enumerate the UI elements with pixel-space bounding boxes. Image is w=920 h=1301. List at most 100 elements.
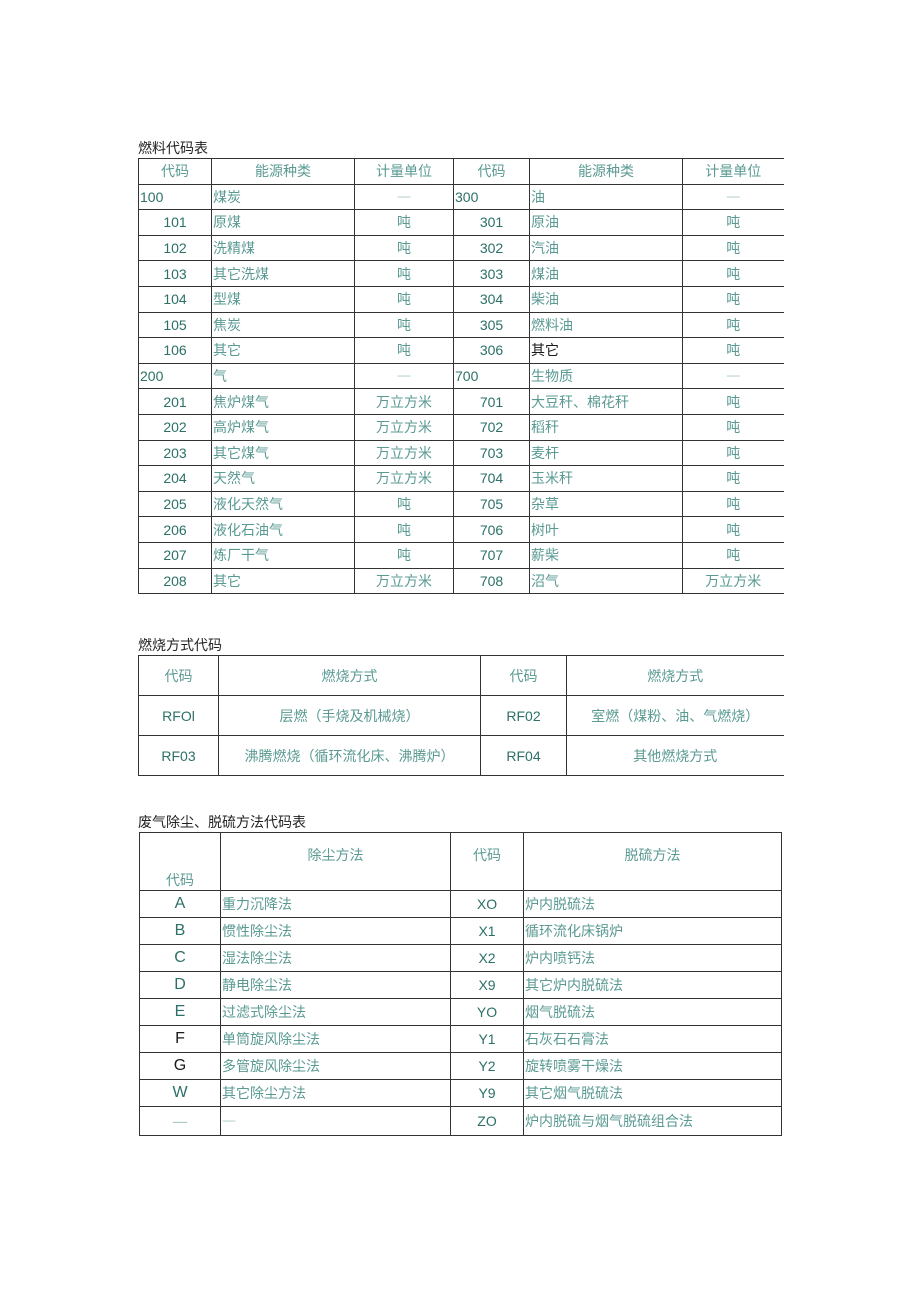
desulfurization-code: X2 <box>450 944 524 972</box>
table-row: D 静电除尘法 X9 其它炉内脱硫法 <box>139 971 782 999</box>
column-header: 能源种类 <box>529 158 683 185</box>
table-row: 207 炼厂干气吨 707 薪柴吨 <box>138 541 784 569</box>
unit: 万立方米 <box>682 567 784 595</box>
unit: 吨 <box>354 541 454 569</box>
fuel-code: 102 <box>138 234 212 262</box>
unit: 吨 <box>354 209 454 236</box>
desulfurization-code: Y9 <box>450 1079 524 1107</box>
combustion-method: 其他燃烧方式 <box>566 735 784 776</box>
column-header: 除尘方法 <box>220 832 451 891</box>
column-header: 计量单位 <box>354 158 454 185</box>
fuel-code: 302 <box>453 234 530 262</box>
energy-type: 液化石油气 <box>211 516 355 543</box>
desulfurization-code: YO <box>450 998 524 1026</box>
energy-type: 沼气 <box>529 567 683 595</box>
table-header-row: 代码 除尘方法 代码 脱硫方法 <box>139 832 782 891</box>
energy-type: 油 <box>529 183 683 211</box>
table-row: W 其它除尘方法 Y9 其它烟气脱硫法 <box>139 1079 782 1107</box>
energy-type: 炼厂干气 <box>211 541 355 569</box>
unit: 吨 <box>354 490 454 518</box>
energy-type: 稻秆 <box>529 413 683 441</box>
desulfurization-method: 石灰石石膏法 <box>523 1025 782 1053</box>
column-header: 代码 <box>138 655 219 696</box>
column-header: 燃烧方式 <box>218 655 481 696</box>
combustion-table-title: 燃烧方式代码 <box>138 638 222 654</box>
fuel-code: 304 <box>453 285 530 313</box>
fuel-code: 105 <box>138 311 212 339</box>
fuel-code: 200 <box>138 362 212 390</box>
unit: 吨 <box>682 260 784 287</box>
table-row: 206 液化石油气吨 706 树叶吨 <box>138 516 784 543</box>
fuel-code: 303 <box>453 260 530 287</box>
column-header: 脱硫方法 <box>523 832 782 891</box>
unit: 吨 <box>682 285 784 313</box>
fuel-table-title: 燃料代码表 <box>138 141 208 157</box>
table-row: E 过滤式除尘法 YO 烟气脱硫法 <box>139 998 782 1026</box>
column-header: 能源种类 <box>211 158 355 185</box>
column-header: 代码 <box>138 158 212 185</box>
energy-type: 天然气 <box>211 465 355 492</box>
dedust-method: 惯性除尘法 <box>220 917 451 945</box>
dedust-code: W <box>139 1079 221 1107</box>
fuel-code: 203 <box>138 439 212 467</box>
energy-type: 生物质 <box>529 362 683 390</box>
fuel-code: 704 <box>453 465 530 492</box>
table-row: 103 其它洗煤吨 303 煤油吨 <box>138 260 784 287</box>
unit: 万立方米 <box>354 413 454 441</box>
fuel-code: 201 <box>138 388 212 415</box>
combustion-method: 层燃（手烧及机械烧） <box>218 695 481 736</box>
energy-type: 气 <box>211 362 355 390</box>
table-row: 105 焦炭吨 305 燃料油吨 <box>138 311 784 339</box>
combustion-method: 沸腾燃烧（循环流化床、沸腾炉） <box>218 735 481 776</box>
unit: 万立方米 <box>354 388 454 415</box>
table-row: F 单筒旋风除尘法 Y1 石灰石石膏法 <box>139 1025 782 1053</box>
table-row: C 湿法除尘法 X2 炉内喷钙法 <box>139 944 782 972</box>
unit: — <box>354 362 454 390</box>
energy-type: 麦杆 <box>529 439 683 467</box>
desulfurization-method: 炉内脱硫与烟气脱硫组合法 <box>523 1106 782 1136</box>
desulfurization-code: X1 <box>450 917 524 945</box>
energy-type: 焦炭 <box>211 311 355 339</box>
fuel-code: 104 <box>138 285 212 313</box>
fuel-code: 300 <box>453 183 530 211</box>
table-row: 208 其它 万立方米 708 沼气 万立方米 <box>138 567 784 595</box>
fuel-code: 103 <box>138 260 212 287</box>
energy-type: 其它煤气 <box>211 439 355 467</box>
unit: 吨 <box>682 541 784 569</box>
table-row: 104 型煤吨 304 柴油吨 <box>138 285 784 313</box>
unit: 吨 <box>682 234 784 262</box>
dedust-method: 多管旋风除尘法 <box>220 1052 451 1080</box>
unit: 万立方米 <box>354 567 454 595</box>
desulfurization-code: ZO <box>450 1106 524 1136</box>
table-row: 101 原煤吨 301 原油吨 <box>138 209 784 236</box>
desulfurization-code: Y1 <box>450 1025 524 1053</box>
desulfurization-method: 其它炉内脱硫法 <box>523 971 782 999</box>
energy-type: 型煤 <box>211 285 355 313</box>
fuel-code: 305 <box>453 311 530 339</box>
energy-type: 其它洗煤 <box>211 260 355 287</box>
dedust-method: 静电除尘法 <box>220 971 451 999</box>
column-header: 计量单位 <box>682 158 784 185</box>
energy-type: 汽油 <box>529 234 683 262</box>
fuel-code: 701 <box>453 388 530 415</box>
unit: 吨 <box>354 260 454 287</box>
unit: 吨 <box>682 209 784 236</box>
table-row: RFOl 层燃（手烧及机械烧） RF02 室燃（煤粉、油、气燃烧） <box>138 695 784 736</box>
dedust-code: A <box>139 890 221 918</box>
column-header: 代码 <box>453 158 530 185</box>
fuel-code: 301 <box>453 209 530 236</box>
energy-type: 液化天然气 <box>211 490 355 518</box>
table-row: RF03 沸腾燃烧（循环流化床、沸腾炉） RF04 其他燃烧方式 <box>138 735 784 776</box>
energy-type: 煤炭 <box>211 183 355 211</box>
energy-type: 高炉煤气 <box>211 413 355 441</box>
fuel-code: 207 <box>138 541 212 569</box>
unit: 吨 <box>682 516 784 543</box>
table-row: 204 天然气 万立方米 704 玉米秆吨 <box>138 465 784 492</box>
combustion-code: RF02 <box>480 695 567 736</box>
unit: 吨 <box>354 285 454 313</box>
table-row: A 重力沉降法 XO 炉内脱硫法 <box>139 890 782 918</box>
unit: 吨 <box>682 413 784 441</box>
fuel-code: 100 <box>138 183 212 211</box>
dedust-method: 过滤式除尘法 <box>220 998 451 1026</box>
column-header: 代码 <box>480 655 567 696</box>
